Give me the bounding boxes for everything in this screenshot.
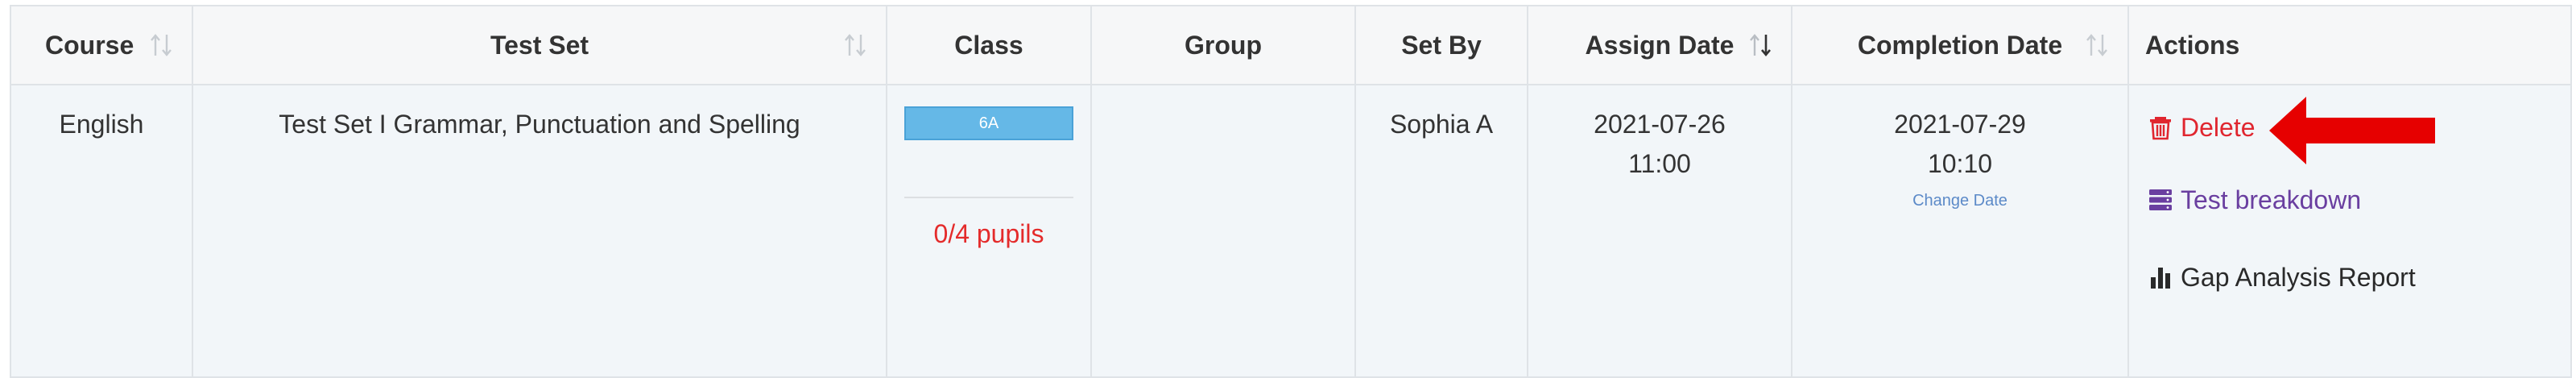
- gap-analysis-action[interactable]: Gap Analysis Report: [2147, 260, 2570, 295]
- gap-analysis-label: Gap Analysis Report: [2181, 262, 2416, 292]
- red-arrow-icon: [2269, 97, 2435, 164]
- col-header-actions-label: Actions: [2145, 30, 2240, 60]
- col-header-group-label: Group: [1185, 30, 1262, 60]
- cell-assign-date: 2021-07-26 11:00: [1527, 84, 1792, 378]
- col-header-set-by: Set By: [1354, 5, 1528, 85]
- col-header-course-label: Course: [45, 30, 134, 60]
- col-header-completion-date[interactable]: Completion Date: [1791, 5, 2129, 85]
- assignments-table: Course Test Set Class Group Set By Assig…: [10, 5, 2572, 378]
- change-date-link[interactable]: Change Date: [1793, 192, 2127, 210]
- cell-course: English: [10, 84, 193, 378]
- trash-icon: [2147, 114, 2174, 141]
- pupils-count-link[interactable]: 0/4 pupils: [888, 219, 1090, 249]
- completion-time: 10:10: [1927, 149, 1993, 178]
- col-header-group: Group: [1090, 5, 1356, 85]
- cell-set-by: Sophia A: [1354, 84, 1528, 378]
- header-row: Course Test Set Class Group Set By Assig…: [10, 5, 2572, 85]
- test-breakdown-action[interactable]: Test breakdown: [2147, 182, 2570, 218]
- sort-arrows-icon[interactable]: [842, 31, 868, 59]
- server-stack-icon: [2147, 186, 2174, 214]
- table-row: English Test Set I Grammar, Punctuation …: [10, 84, 2572, 378]
- cell-group: [1090, 84, 1356, 378]
- col-header-class: Class: [886, 5, 1092, 85]
- col-header-class-label: Class: [954, 30, 1023, 60]
- col-header-assign-date-label: Assign Date: [1585, 30, 1735, 60]
- sort-arrows-icon[interactable]: [2084, 31, 2110, 59]
- col-header-completion-date-label: Completion Date: [1857, 30, 2063, 60]
- col-header-assign-date[interactable]: Assign Date: [1527, 5, 1792, 85]
- col-header-set-by-label: Set By: [1401, 30, 1482, 60]
- class-badge[interactable]: 6A: [904, 106, 1073, 140]
- bar-chart-icon: [2147, 264, 2174, 291]
- cell-class: 6A 0/4 pupils: [886, 84, 1092, 378]
- assign-date: 2021-07-26: [1594, 110, 1726, 139]
- cell-actions: Delete Test breakdown Gap Analysis Repor…: [2127, 84, 2572, 378]
- col-header-actions: Actions: [2127, 5, 2572, 85]
- col-header-test-set-label: Test Set: [490, 30, 589, 60]
- assignments-table-wrapper: Course Test Set Class Group Set By Assig…: [10, 5, 2572, 378]
- sort-arrows-icon[interactable]: [148, 31, 174, 59]
- sort-arrows-active-icon[interactable]: [1747, 31, 1773, 59]
- cell-test-set: Test Set I Grammar, Punctuation and Spel…: [192, 84, 887, 378]
- cell-completion-date: 2021-07-29 10:10 Change Date: [1791, 84, 2129, 378]
- col-header-test-set[interactable]: Test Set: [192, 5, 887, 85]
- delete-label: Delete: [2181, 112, 2256, 142]
- completion-date: 2021-07-29: [1894, 110, 2026, 139]
- class-divider: [904, 197, 1073, 198]
- assign-time: 11:00: [1628, 149, 1691, 178]
- col-header-course[interactable]: Course: [10, 5, 193, 85]
- test-breakdown-label: Test breakdown: [2181, 185, 2362, 214]
